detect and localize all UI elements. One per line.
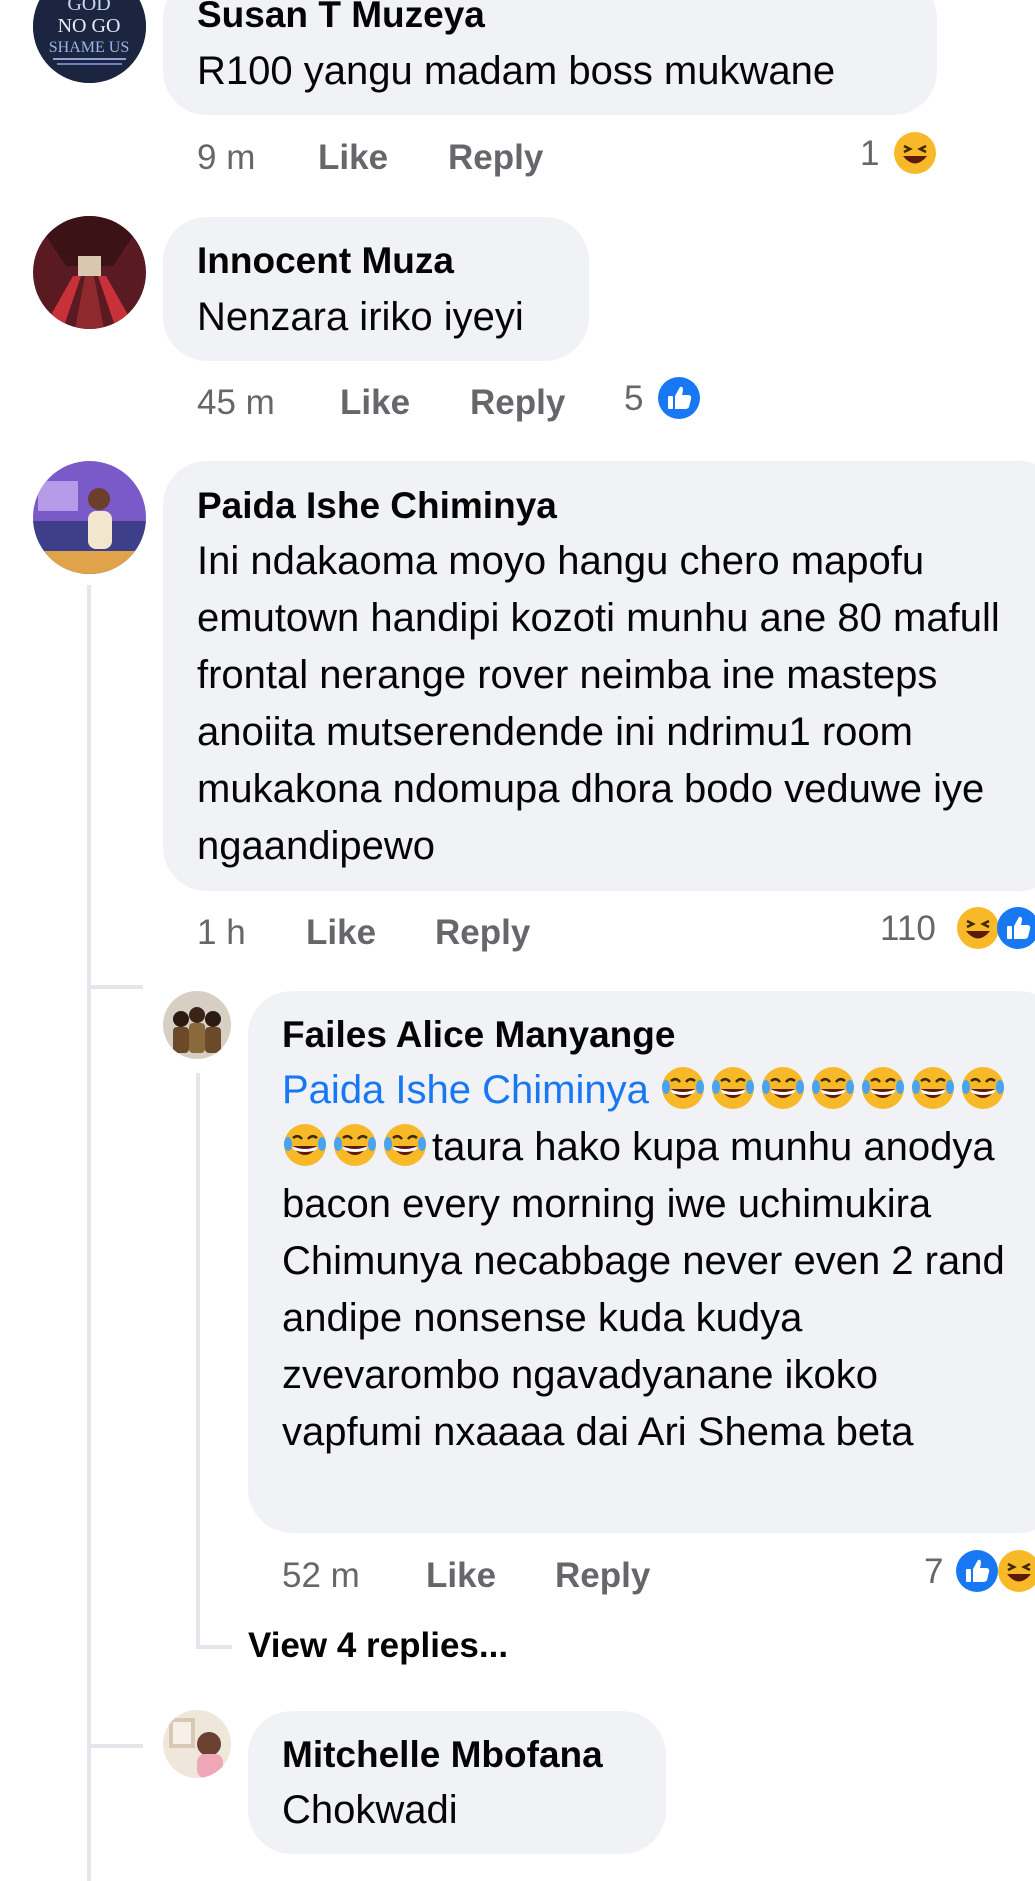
laughing-tears-emoji-icon	[860, 1065, 906, 1111]
like-button[interactable]: Like	[306, 913, 376, 953]
avatar-text-2: NO GO	[58, 15, 121, 37]
laughing-tears-emoji-icon	[810, 1065, 856, 1111]
comment-text: Nenzara iriko iyeyi	[197, 295, 524, 339]
reply-button[interactable]: Reply	[470, 383, 565, 423]
laughing-tears-emoji-icon	[710, 1065, 756, 1111]
like-button[interactable]: Like	[318, 138, 388, 178]
reply-author[interactable]: Failes Alice Manyange	[282, 1014, 675, 1056]
avatar-text-1: GOD	[67, 0, 110, 15]
mention-link[interactable]: Paida Ishe Chiminya	[282, 1068, 649, 1112]
laughing-tears-emoji-icon	[282, 1122, 328, 1168]
like-button[interactable]: Like	[426, 1556, 496, 1596]
reply-body-text: taura hako kupa munhu anodya bacon every…	[282, 1125, 1005, 1454]
laughing-tears-emoji-icon	[660, 1065, 706, 1111]
reaction-count[interactable]: 5	[624, 379, 643, 419]
comment-time[interactable]: 1 h	[197, 913, 246, 953]
avatar[interactable]	[163, 991, 231, 1059]
like-reaction-icon[interactable]	[657, 376, 701, 420]
comment-text: R100 yangu madam boss mukwane	[197, 49, 836, 93]
like-reaction-icon[interactable]	[955, 1549, 999, 1593]
avatar[interactable]	[163, 1710, 231, 1778]
avatar[interactable]: GOD NO GO SHAME US	[33, 0, 146, 83]
laugh-reaction-icon[interactable]	[956, 906, 1000, 950]
thread-branch-reply-2	[87, 1744, 143, 1748]
comment-text: Ini ndakaoma moyo hangu chero mapofu emu…	[197, 539, 1000, 868]
comment-author[interactable]: Paida Ishe Chiminya	[197, 485, 557, 527]
thread-branch-reply-1	[87, 985, 143, 989]
comment-time[interactable]: 45 m	[197, 383, 275, 423]
comment-author[interactable]: Susan T Muzeya	[197, 0, 485, 36]
laughing-tears-emoji-icon	[760, 1065, 806, 1111]
laughing-tears-emoji-icon	[960, 1065, 1006, 1111]
reaction-count[interactable]: 7	[924, 1552, 943, 1592]
like-button[interactable]: Like	[340, 383, 410, 423]
like-reaction-icon[interactable]	[996, 906, 1035, 950]
reply-time[interactable]: 52 m	[282, 1556, 360, 1596]
laughing-tears-emoji-icon	[910, 1065, 956, 1111]
avatar-text-3: SHAME US	[49, 39, 129, 56]
avatar[interactable]	[33, 216, 146, 329]
laughing-tears-emoji-icon	[382, 1122, 428, 1168]
thread-line-main	[87, 585, 91, 1881]
reaction-count[interactable]: 110	[880, 909, 936, 949]
reply-button[interactable]: Reply	[555, 1556, 650, 1596]
reply-text: Paida Ishe Chiminya taura hako kupa munh…	[282, 1062, 1022, 1461]
reply-button[interactable]: Reply	[448, 138, 543, 178]
comment-author[interactable]: Innocent Muza	[197, 240, 454, 282]
laugh-reaction-icon[interactable]	[997, 1549, 1035, 1593]
reply-button[interactable]: Reply	[435, 913, 530, 953]
laughing-tears-emoji-icon	[332, 1122, 378, 1168]
reply-author[interactable]: Mitchelle Mbofana	[282, 1734, 603, 1776]
reply-text: Chokwadi	[282, 1788, 458, 1832]
view-replies-link[interactable]: View 4 replies...	[248, 1626, 508, 1666]
comment-time[interactable]: 9 m	[197, 138, 255, 178]
avatar[interactable]	[33, 461, 146, 574]
thread-branch-view-replies	[196, 1645, 232, 1649]
thread-line-reply-1	[196, 1073, 200, 1648]
reaction-count[interactable]: 1	[860, 134, 879, 174]
laugh-reaction-icon[interactable]	[893, 131, 937, 175]
